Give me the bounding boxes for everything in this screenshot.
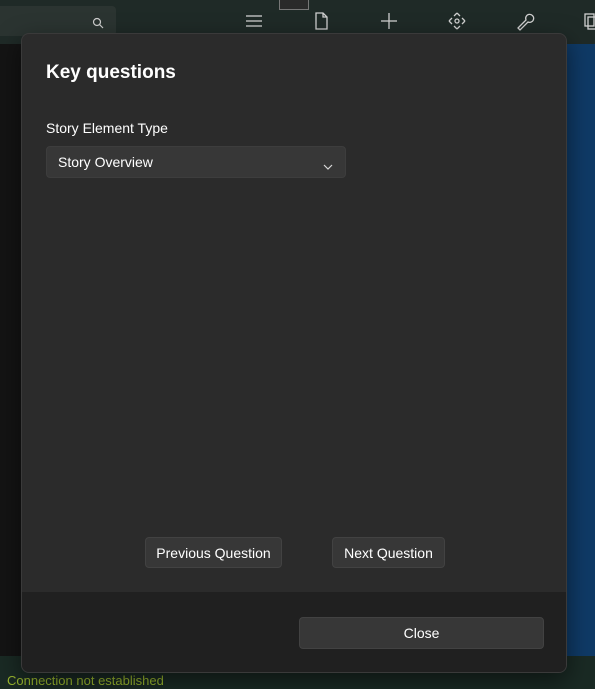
dialog-title: Key questions [46, 62, 176, 83]
dialog-footer: Close [22, 592, 566, 672]
drag-handle[interactable] [279, 0, 309, 10]
search-icon[interactable] [92, 14, 104, 33]
left-panel [0, 44, 22, 656]
move-icon[interactable] [446, 10, 468, 32]
document-icon[interactable] [310, 10, 332, 32]
close-button[interactable]: Close [299, 617, 544, 649]
story-element-type-label: Story Element Type [46, 120, 168, 136]
key-questions-dialog: Key questions Story Element Type Story O… [21, 33, 567, 673]
hamburger-icon[interactable] [243, 10, 265, 32]
pages-icon[interactable] [582, 10, 595, 32]
story-element-type-select[interactable]: Story Overview [46, 146, 346, 178]
plus-icon[interactable] [378, 10, 400, 32]
next-question-button[interactable]: Next Question [332, 537, 445, 568]
search-box[interactable] [0, 6, 116, 36]
connection-status: Connection not established [7, 673, 164, 688]
right-panel [566, 44, 595, 656]
chevron-down-icon [323, 157, 333, 176]
select-value: Story Overview [58, 154, 153, 170]
wrench-icon[interactable] [514, 10, 536, 32]
previous-question-button[interactable]: Previous Question [145, 537, 282, 568]
